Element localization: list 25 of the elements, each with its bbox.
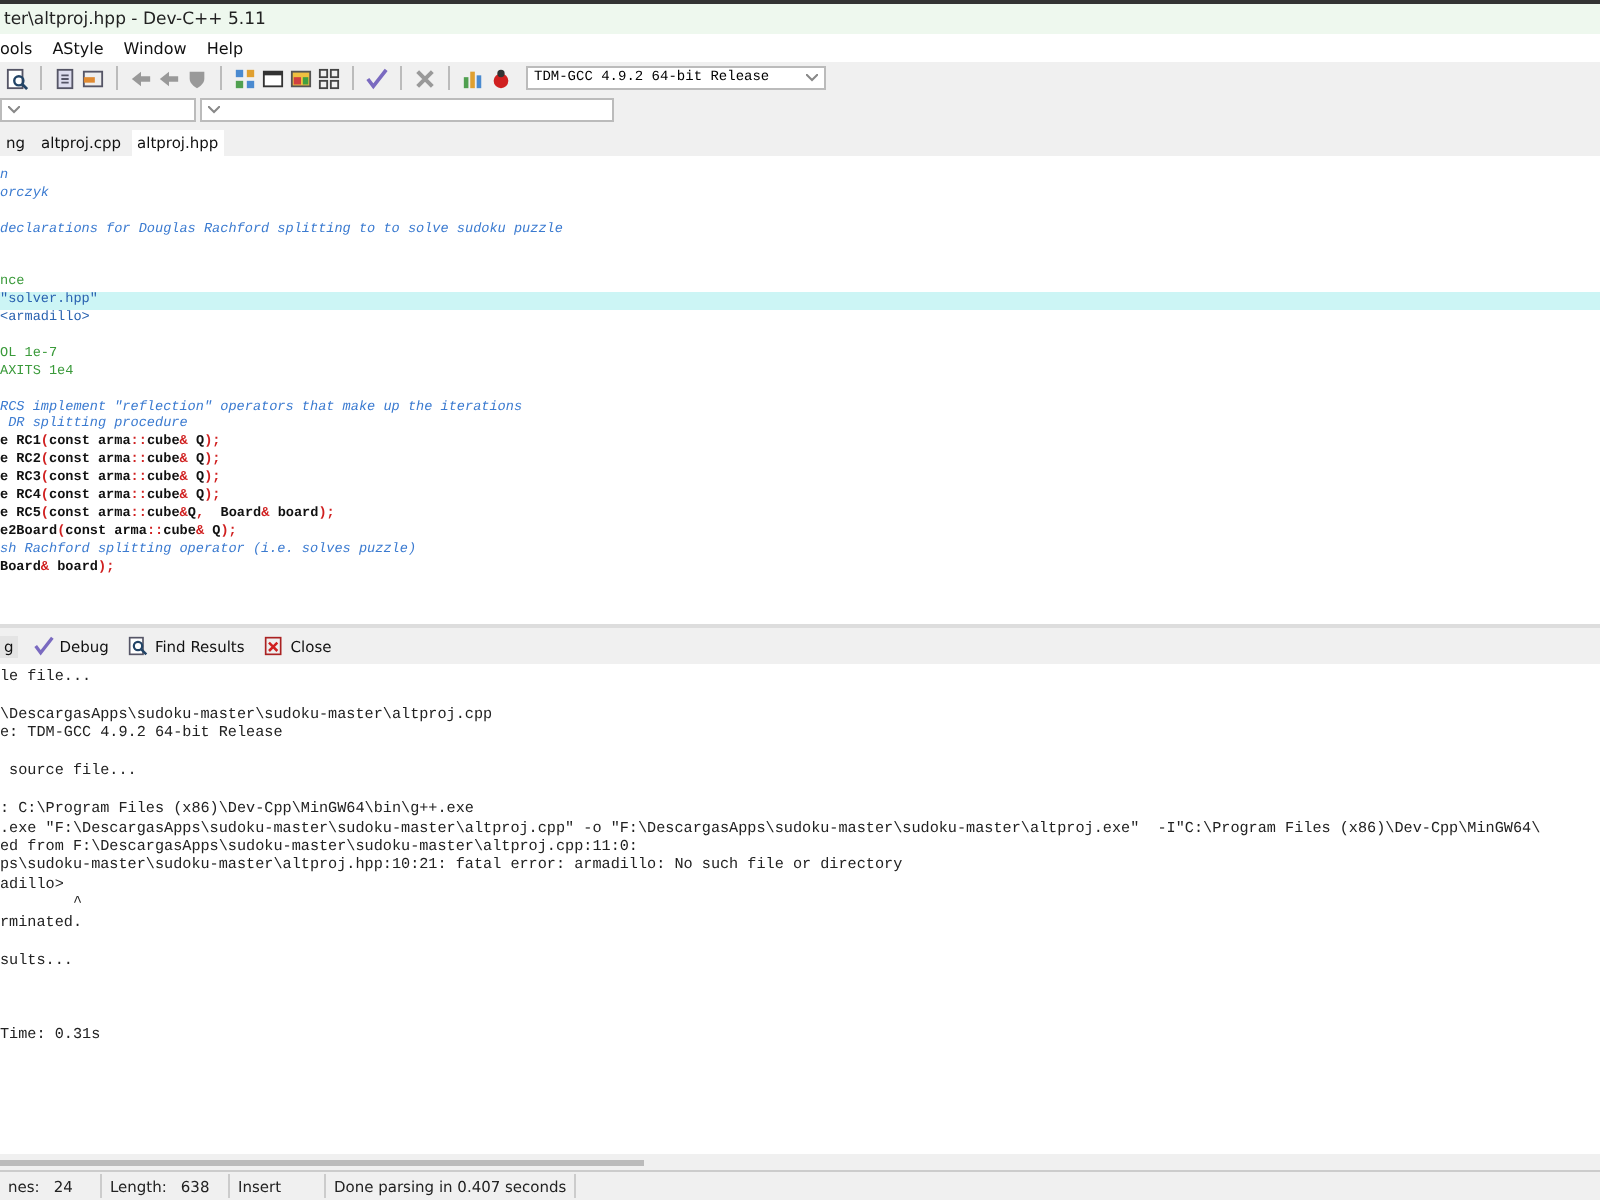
grid-icon[interactable] xyxy=(318,67,340,89)
menu-item[interactable]: AStyle xyxy=(52,39,104,57)
menu-item[interactable]: Help xyxy=(206,39,244,57)
caret-icon[interactable] xyxy=(806,74,818,82)
window-icon[interactable] xyxy=(290,67,312,89)
cross-icon[interactable] xyxy=(414,67,436,89)
shield-icon[interactable] xyxy=(186,67,208,89)
close-icon xyxy=(264,636,285,656)
window-icon[interactable] xyxy=(82,67,104,89)
caret-icon[interactable] xyxy=(8,106,20,114)
magnifier-icon xyxy=(128,636,149,656)
caret-icon[interactable] xyxy=(208,106,220,114)
menu-item[interactable]: Window xyxy=(123,39,187,57)
class-dropdown[interactable] xyxy=(0,98,196,122)
document-icon[interactable] xyxy=(54,67,76,89)
scrollbar-thumb[interactable] xyxy=(0,1159,644,1165)
checkmark-icon[interactable] xyxy=(366,67,388,89)
checkmark-icon xyxy=(33,636,54,656)
arrow-left-icon[interactable] xyxy=(130,67,152,89)
function-dropdown[interactable] xyxy=(200,98,614,122)
window-icon[interactable] xyxy=(262,67,284,89)
bug-icon[interactable] xyxy=(490,67,512,89)
menu-item[interactable]: ools xyxy=(0,39,33,57)
window-title: ter\altproj.hpp - Dev-C++ 5.11 xyxy=(4,9,266,29)
print-preview-icon[interactable] xyxy=(6,67,28,89)
